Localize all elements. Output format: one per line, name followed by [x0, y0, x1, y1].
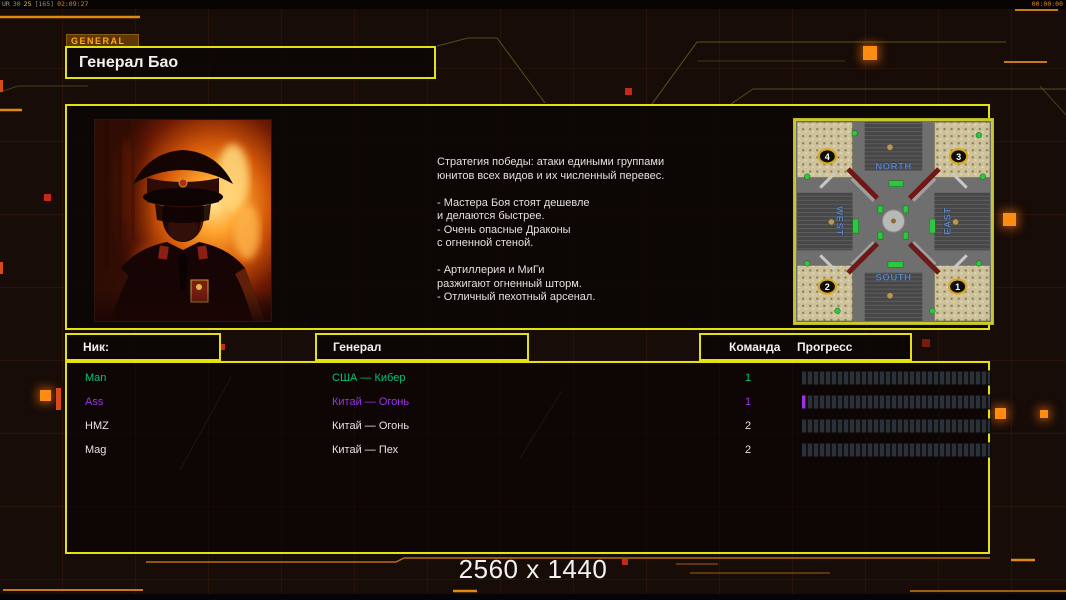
player-nick: HMZ — [85, 420, 109, 432]
player-progress-bar — [802, 371, 990, 385]
map-label-east: EAST — [943, 207, 954, 235]
resolution-label: 2560 x 1440 — [458, 554, 608, 584]
hud-stats: UR 30 25 [165] 02:09:27 — [2, 0, 89, 8]
briefing-text: Стратегия победы: атаки едиными группами… — [437, 156, 665, 303]
bottom-bar — [0, 594, 1066, 600]
deco-red-square — [625, 88, 632, 95]
general-portrait — [94, 119, 272, 322]
player-team: 2 — [744, 420, 752, 432]
map-label-north: NORTH — [875, 161, 912, 172]
player-team: 1 — [744, 396, 752, 408]
general-info-panel: Стратегия победы: атаки едиными группами… — [65, 104, 994, 330]
map-label-west: WEST — [833, 206, 844, 236]
header-nick: Ник: — [65, 333, 221, 361]
deco-orange-square — [40, 390, 51, 401]
header-nick-label: Ник: — [83, 340, 110, 354]
header-team-label: Команда — [729, 340, 781, 354]
deco-red-square — [44, 194, 51, 201]
minimap: NORTH SOUTH WEST EAST 4 3 2 1 — [793, 118, 994, 325]
deco-edge-bar — [0, 262, 3, 274]
player-row: Mag Китай — Пех 2 — [67, 438, 990, 462]
deco-edge-bar — [56, 388, 61, 410]
player-nick: Ass — [85, 396, 104, 408]
player-general: Китай — Пех — [332, 444, 399, 456]
player-general: Китай — Огонь — [332, 420, 410, 432]
hud-bar: UR 30 25 [165] 02:09:27 00:00:00 — [0, 0, 1066, 9]
spawn-number: 1 — [955, 282, 960, 292]
player-progress-bar — [802, 395, 990, 409]
deco-orange-square — [1003, 213, 1016, 226]
spawn-number: 2 — [825, 282, 830, 292]
deco-red-square — [922, 339, 930, 347]
header-general: Генерал — [315, 333, 529, 361]
spawn-number: 3 — [956, 152, 961, 162]
player-team: 1 — [744, 372, 752, 384]
player-general: Китай — Огонь — [332, 396, 410, 408]
loading-screen: UR 30 25 [165] 02:09:27 00:00:00 GENERAL Ген… — [0, 0, 1066, 600]
player-nick: Mag — [85, 444, 107, 456]
player-nick: Man — [85, 372, 107, 384]
header-progress-label: Прогресс — [797, 340, 853, 354]
page-title: Генерал Бао — [79, 53, 179, 71]
header-general-label: Генерал — [333, 340, 382, 354]
map-label-south: SOUTH — [875, 273, 911, 284]
player-progress-bar — [802, 443, 990, 457]
players-table: Man США — Кибер 1 Ass Китай — Огонь 1 HM… — [65, 361, 990, 554]
deco-edge-bar — [0, 80, 3, 92]
deco-orange-square — [1040, 410, 1048, 418]
player-progress-bar — [802, 419, 990, 433]
player-general: США — Кибер — [332, 372, 406, 384]
player-row: Man США — Кибер 1 — [67, 366, 990, 390]
deco-orange-square — [863, 46, 877, 60]
deco-orange-square — [995, 408, 1006, 419]
spawn-number: 4 — [825, 152, 830, 162]
player-team: 2 — [744, 444, 752, 456]
header-team-progress: Команда Прогресс — [699, 333, 912, 361]
title-box: Генерал Бао — [65, 46, 436, 79]
player-row: Ass Китай — Огонь 1 — [67, 390, 990, 414]
player-row: HMZ Китай — Огонь 2 — [67, 414, 990, 438]
hud-clock: 00:00:00 — [1031, 0, 1063, 8]
